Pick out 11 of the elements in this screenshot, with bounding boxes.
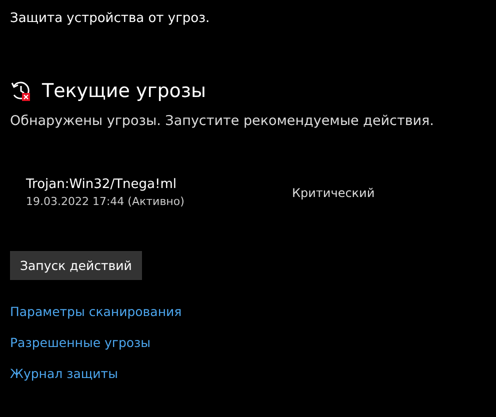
page-subtitle: Защита устройства от угроз. [10,10,211,28]
threat-name: Trojan:Win32/Tnega!ml [26,177,178,192]
start-actions-button[interactable]: Запуск действий [10,251,142,280]
settings-link[interactable]: Параметры сканирования [10,302,182,322]
settings-link[interactable]: Разрешенные угрозы [10,333,151,353]
threat-history-icon [10,80,32,102]
section-title: Текущие угрозы [42,80,206,102]
settings-link[interactable]: Журнал защиты [10,364,118,384]
section-description: Обнаружены угрозы. Запустите рекомендуемые действия. [10,113,435,129]
threat-date: 19.03.2022 17:44 (Активно) [26,195,186,208]
threat-severity: Критический [292,186,375,200]
